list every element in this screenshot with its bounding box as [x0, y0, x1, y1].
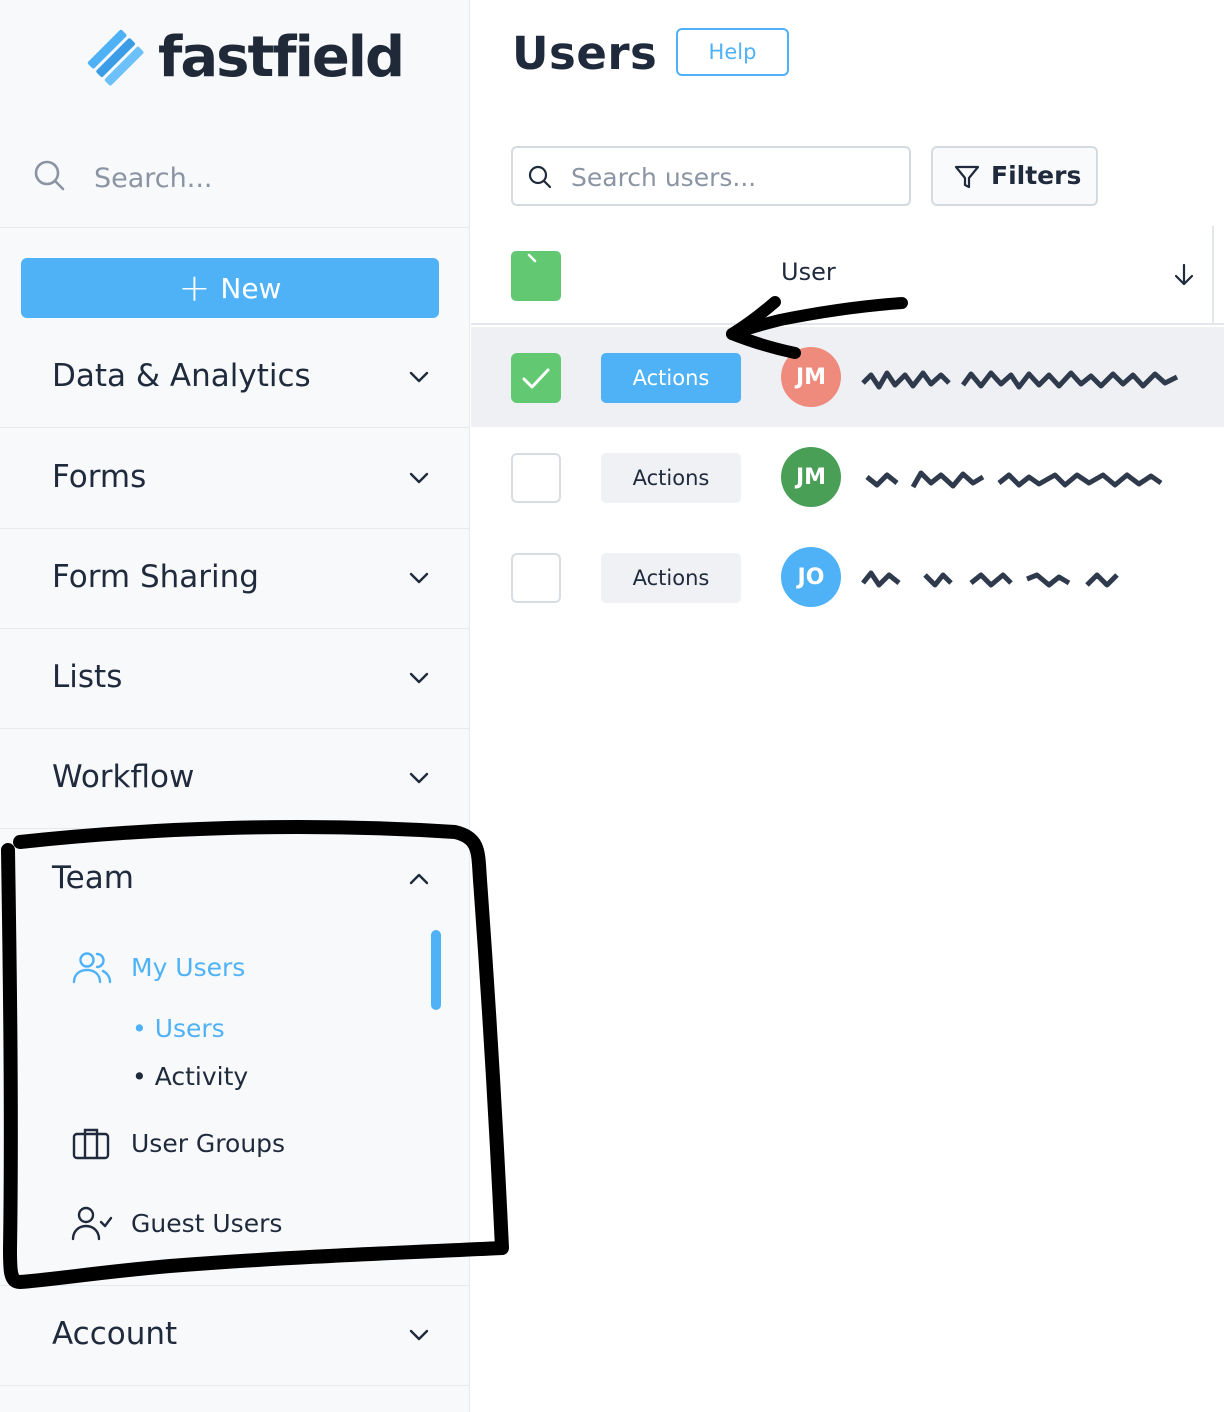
fastfield-logo-icon [87, 29, 144, 86]
column-header-user[interactable]: User [781, 258, 836, 286]
user-search [511, 146, 911, 206]
row-checkbox[interactable] [511, 553, 561, 603]
bullet-dot: • [132, 1062, 155, 1091]
column-divider [1212, 226, 1214, 325]
page-title: Users [512, 27, 658, 80]
sidebar: fastfield + New Data & Analytics Forms F… [0, 0, 470, 1412]
chevron-down-icon [409, 572, 429, 584]
user-search-input[interactable] [571, 158, 901, 196]
redacted-name-scribble [865, 470, 1163, 489]
row-checkbox[interactable] [511, 353, 561, 403]
table-row[interactable]: Actions JM [471, 327, 1224, 427]
nav-section-label: Lists [52, 659, 123, 695]
user-check-icon [71, 1206, 113, 1241]
nav-section-form-sharing[interactable]: Form Sharing [0, 529, 470, 629]
chevron-down-icon [409, 371, 429, 383]
nav-section-label: Account [52, 1316, 178, 1352]
nav-section-team: Team My Users • Users • Activity User Gr… [0, 830, 470, 1286]
sidebar-search-input[interactable] [94, 158, 434, 198]
search-icon [34, 160, 65, 191]
sidebar-subitem-activity[interactable]: • Activity [132, 1059, 248, 1095]
actions-button[interactable]: Actions [601, 453, 741, 503]
chevron-down-icon [409, 1329, 429, 1341]
sidebar-item-user-groups[interactable]: User Groups [70, 1122, 285, 1166]
sidebar-search [0, 128, 470, 228]
sidebar-item-label: Guest Users [131, 1209, 283, 1238]
actions-button[interactable]: Actions [601, 553, 741, 603]
actions-button[interactable]: Actions [601, 353, 741, 403]
sidebar-subitem-users[interactable]: • Users [132, 1011, 225, 1047]
sidebar-subitem-label: Users [154, 1014, 225, 1043]
sidebar-item-my-users[interactable]: My Users [70, 946, 245, 990]
active-indicator [431, 930, 441, 1010]
row-checkbox[interactable] [511, 453, 561, 503]
nav-section-label: Workflow [52, 759, 195, 795]
avatar: JM [781, 447, 841, 507]
checkmark-icon [522, 368, 550, 389]
sidebar-item-label: My Users [131, 953, 246, 982]
table-row[interactable]: Actions JO [471, 527, 1224, 627]
filters-label: Filters [991, 161, 1082, 190]
briefcase-icon [72, 1128, 110, 1160]
chevron-down-icon [409, 472, 429, 484]
brand-name: fastfield [158, 25, 405, 90]
sort-arrow-down-icon[interactable] [1171, 262, 1197, 288]
select-all-checkbox[interactable] [511, 251, 561, 301]
indeterminate-mark-icon [527, 253, 537, 263]
new-button[interactable]: + New [21, 258, 439, 318]
nav-section-data-analytics[interactable]: Data & Analytics [0, 328, 470, 428]
sidebar-item-label: User Groups [131, 1129, 286, 1158]
nav-section-workflow[interactable]: Workflow [0, 729, 470, 829]
nav-section-label: Forms [52, 459, 147, 495]
plus-icon: + [178, 266, 211, 310]
nav-section-label: Data & Analytics [52, 358, 311, 394]
chevron-down-icon [409, 772, 429, 784]
nav-section-lists[interactable]: Lists [0, 629, 470, 729]
search-icon [528, 165, 552, 189]
redacted-name-scribble [861, 570, 1119, 588]
users-icon [72, 952, 112, 984]
new-button-label: New [220, 271, 282, 305]
bullet-dot: • [132, 1014, 155, 1043]
nav-section-label: Form Sharing [52, 559, 259, 595]
chevron-down-icon [409, 672, 429, 684]
sidebar-item-guest-users[interactable]: Guest Users [70, 1202, 282, 1246]
filter-icon [954, 165, 980, 189]
brand-logo[interactable]: fastfield [86, 25, 405, 90]
avatar: JO [781, 547, 841, 607]
chevron-up-icon[interactable] [406, 866, 432, 892]
nav-section-label[interactable]: Team [52, 858, 134, 898]
sidebar-subitem-label: Activity [154, 1062, 249, 1091]
table-row[interactable]: Actions JM [471, 427, 1224, 527]
nav-section-account[interactable]: Account [0, 1286, 470, 1386]
help-button[interactable]: Help [676, 28, 789, 76]
filters-button[interactable]: Filters [931, 146, 1098, 206]
avatar: JM [781, 347, 841, 407]
table-header: User [471, 226, 1224, 325]
nav-section-forms[interactable]: Forms [0, 429, 470, 529]
redacted-name-scribble [861, 370, 1179, 390]
